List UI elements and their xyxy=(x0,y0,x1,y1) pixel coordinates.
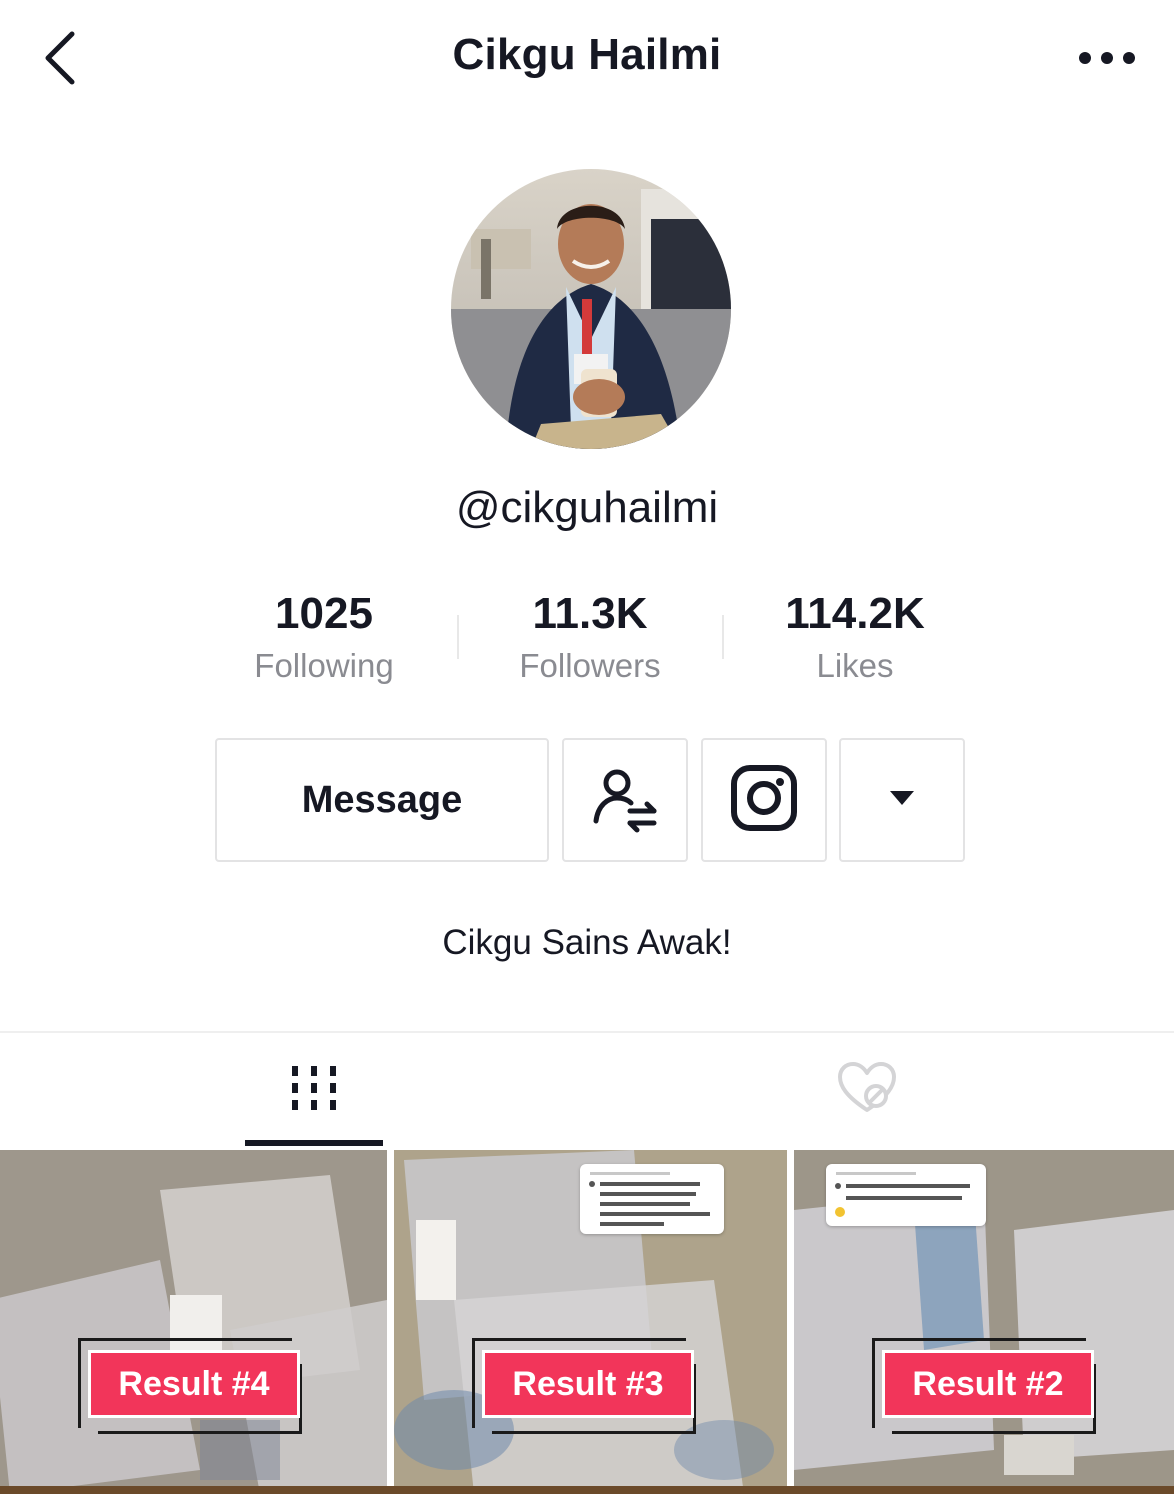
follow-button[interactable] xyxy=(562,738,688,862)
tab-videos[interactable] xyxy=(245,1040,383,1140)
bottom-edge xyxy=(0,1486,1174,1494)
username: @cikguhailmi xyxy=(455,483,719,532)
tab-liked[interactable] xyxy=(798,1040,936,1140)
stat-likes: 114.2K Likes xyxy=(735,588,975,686)
likes-label: Likes xyxy=(816,647,894,684)
video-label: Result #3 xyxy=(482,1350,694,1418)
more-horizontal-icon xyxy=(1077,50,1137,71)
grid-separator xyxy=(787,1150,794,1494)
video-tile[interactable]: Result #3 xyxy=(394,1150,787,1494)
grid-icon xyxy=(289,1063,339,1118)
instagram-button[interactable] xyxy=(701,738,827,862)
following-label: Following xyxy=(254,647,394,684)
user-switch-icon xyxy=(590,763,660,838)
profile-header: Cikgu Hailmi xyxy=(0,0,1174,120)
video-label: Result #2 xyxy=(882,1350,1094,1418)
followers-label: Followers xyxy=(519,647,661,684)
avatar-photo xyxy=(451,169,731,449)
stat-divider xyxy=(722,615,724,659)
stat-following[interactable]: 1025 Following xyxy=(204,588,444,686)
avatar[interactable] xyxy=(451,169,731,449)
video-thumbnail xyxy=(0,1150,387,1494)
active-tab-indicator xyxy=(245,1140,383,1146)
video-label: Result #4 xyxy=(88,1350,300,1418)
comment-bubble xyxy=(826,1164,986,1226)
tabs-divider xyxy=(0,1031,1174,1033)
stat-divider xyxy=(457,615,459,659)
profile-bio: Cikgu Sains Awak! xyxy=(442,923,732,962)
more-actions-dropdown[interactable] xyxy=(839,738,965,862)
followers-count: 11.3K xyxy=(532,589,648,638)
page-title: Cikgu Hailmi xyxy=(452,30,722,79)
likes-count: 114.2K xyxy=(785,589,925,638)
more-options-button[interactable] xyxy=(1072,38,1142,82)
video-tile[interactable]: Result #2 xyxy=(794,1150,1174,1494)
stat-followers[interactable]: 11.3K Followers xyxy=(470,588,710,686)
following-count: 1025 xyxy=(275,589,373,638)
caret-down-icon xyxy=(888,789,916,812)
video-tile[interactable]: Result #4 xyxy=(0,1150,387,1494)
message-button[interactable]: Message xyxy=(215,738,549,862)
heart-hidden-icon xyxy=(836,1060,898,1121)
instagram-icon xyxy=(729,763,799,838)
grid-separator xyxy=(387,1150,394,1494)
comment-bubble xyxy=(580,1164,724,1234)
video-grid: Result #4 Result #3 Result #2 xyxy=(0,1150,1174,1494)
